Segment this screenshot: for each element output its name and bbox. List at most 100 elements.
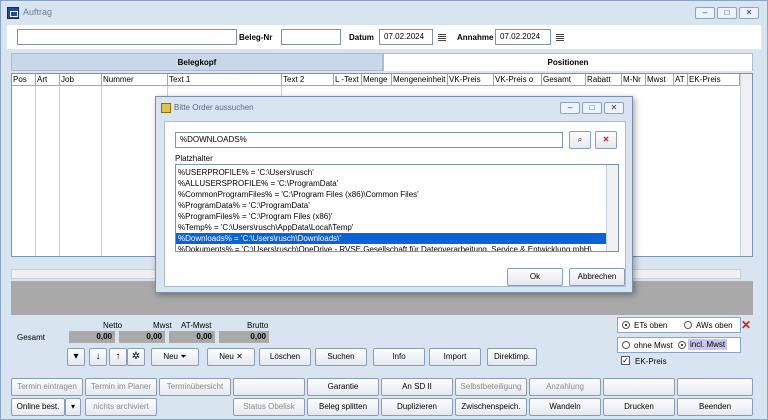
incl-mwst-radio[interactable] xyxy=(678,341,686,349)
column-header[interactable]: Job xyxy=(60,74,102,86)
column-header[interactable]: Nummer xyxy=(102,74,168,86)
list-item[interactable]: %ALLUSERSPROFILE% = 'C:\ProgramData' xyxy=(176,178,606,189)
ek-preis-checkbox[interactable]: ✓ xyxy=(621,356,630,365)
terminuebersicht-button[interactable]: Terminübersicht xyxy=(159,378,231,396)
status-obelisk-button[interactable]: Status Obelisk xyxy=(233,398,305,416)
neu-dropdown-button[interactable]: Neu ⏷ xyxy=(151,348,199,366)
mwst-value: 0,00 xyxy=(119,331,165,343)
placeholder-input[interactable]: %DOWNLOADS% xyxy=(175,132,563,148)
dialog-body: %DOWNLOADS% ⌕ ✕ Platzhalter %USERPROFILE… xyxy=(164,121,626,287)
list-item[interactable]: %CommonProgramFiles% = 'C:\Program Files… xyxy=(176,189,606,200)
archiv-button[interactable]: nichts archiviert xyxy=(85,398,157,416)
calendar-icon[interactable] xyxy=(555,32,565,42)
column-header[interactable]: Pos xyxy=(12,74,36,86)
abbrechen-button[interactable]: Abbrechen xyxy=(569,268,625,286)
column-header[interactable]: Mengeneinheit xyxy=(392,74,448,86)
termin-planer-button[interactable]: Termin im Planer xyxy=(85,378,157,396)
beleg-splitten-button[interactable]: Beleg splitten xyxy=(307,398,379,416)
loeschen-button[interactable]: Löschen xyxy=(259,348,311,366)
close-button[interactable]: ✕ xyxy=(739,7,759,19)
gesamt-label: Gesamt xyxy=(17,333,46,342)
placeholder-list[interactable]: %USERPROFILE% = 'C:\Users\rusch' %ALLUSE… xyxy=(175,164,619,252)
maximize-button[interactable]: □ xyxy=(717,7,737,19)
maximize-button[interactable]: □ xyxy=(582,102,602,114)
neu-copy-button[interactable]: Neu ✕ xyxy=(207,348,255,366)
anzahlung-button[interactable]: Anzahlung xyxy=(529,378,601,396)
search-icon[interactable]: ⌕ xyxy=(569,131,591,149)
beleg-field[interactable] xyxy=(281,29,341,45)
ok-button[interactable]: Ok xyxy=(507,268,563,286)
column-divider xyxy=(59,86,60,256)
arrow-up-icon[interactable]: ↑ xyxy=(109,348,127,366)
list-item[interactable]: %Dokuments% = 'C:\Users\rusch\OneDrive -… xyxy=(176,244,606,251)
termin-eintragen-button[interactable]: Termin eintragen xyxy=(11,378,83,396)
close-icon[interactable]: ✕ xyxy=(741,318,751,332)
column-header[interactable]: VK-Preis xyxy=(448,74,494,86)
column-header[interactable]: M-Nr xyxy=(622,74,646,86)
tab-positionen[interactable]: Positionen xyxy=(383,53,753,71)
import-button[interactable]: Import xyxy=(429,348,481,366)
column-header[interactable]: VK-Preis o xyxy=(494,74,542,86)
brutto-label: Brutto xyxy=(247,321,269,330)
column-header[interactable]: Gesamt xyxy=(542,74,586,86)
column-header[interactable]: Mwst xyxy=(646,74,674,86)
grid-vertical-scrollbar[interactable] xyxy=(740,74,752,256)
blank-button[interactable] xyxy=(233,378,305,396)
arrow-down-icon[interactable]: ↓ xyxy=(89,348,107,366)
filter-icon: ⏷ xyxy=(180,352,187,361)
tab-belegkopf[interactable]: Belegkopf xyxy=(11,53,383,71)
zwischenspeichern-button[interactable]: Zwischenspeich. xyxy=(455,398,527,416)
list-item[interactable]: %ProgramData% = 'C:\ProgramData' xyxy=(176,200,606,211)
tab-strip: Belegkopf Positionen xyxy=(11,53,753,71)
column-header[interactable]: Text 1 xyxy=(168,74,282,86)
list-scrollbar[interactable] xyxy=(606,165,618,251)
datum-label: Datum xyxy=(349,33,374,42)
beenden-button[interactable]: Beenden xyxy=(677,398,753,416)
wandeln-button[interactable]: Wandeln xyxy=(529,398,601,416)
garantie-button[interactable]: Garantie xyxy=(307,378,379,396)
empty-button[interactable] xyxy=(677,378,753,396)
minimize-button[interactable]: – xyxy=(695,7,715,19)
close-button[interactable]: ✕ xyxy=(604,102,624,114)
column-header[interactable]: AT xyxy=(674,74,688,86)
column-header[interactable]: Text 2 xyxy=(282,74,334,86)
column-header[interactable]: Art xyxy=(36,74,60,86)
selbstbeteiligung-button[interactable]: Selbstbeteiligung xyxy=(455,378,527,396)
calendar-icon[interactable] xyxy=(437,32,447,42)
netto-label: Netto xyxy=(103,321,123,330)
beleg-label: Beleg-Nr xyxy=(239,33,273,42)
minimize-button[interactable]: – xyxy=(560,102,580,114)
ets-oben-radio[interactable] xyxy=(622,321,630,329)
list-item[interactable]: %USERPROFILE% = 'C:\Users\rusch' xyxy=(176,167,606,178)
ohne-mwst-radio[interactable] xyxy=(622,341,630,349)
list-item-selected[interactable]: %Downloads% = 'C:\Users\rusch\Downloads\… xyxy=(176,233,606,244)
dropdown-button[interactable]: ▾ xyxy=(67,348,85,366)
info-button[interactable]: Info xyxy=(373,348,425,366)
datum-field[interactable]: 07.02.2024 xyxy=(379,29,433,45)
mwst-label: Mwst xyxy=(153,321,172,330)
customer-field[interactable] xyxy=(17,29,237,45)
annahme-field[interactable]: 07.02.2024 xyxy=(495,29,551,45)
direktimport-button[interactable]: Direktimp. xyxy=(487,348,537,366)
atmwst-label: AT-Mwst xyxy=(181,321,212,330)
clear-icon[interactable]: ✕ xyxy=(595,131,617,149)
atmwst-value: 0,00 xyxy=(169,331,215,343)
window-title: Auftrag xyxy=(23,7,53,17)
column-header[interactable]: EK-Preis xyxy=(688,74,740,86)
drucken-button[interactable]: Drucken xyxy=(603,398,675,416)
neu-label: Neu xyxy=(219,352,234,361)
list-item[interactable]: %ProgramFiles% = 'C:\Program Files (x86)… xyxy=(176,211,606,222)
column-header[interactable]: Menge xyxy=(362,74,392,86)
list-item[interactable]: %Temp% = 'C:\Users\rusch\AppData\Local\T… xyxy=(176,222,606,233)
empty-button[interactable] xyxy=(603,378,675,396)
gear-icon[interactable]: ✲ xyxy=(127,348,145,366)
column-divider xyxy=(35,86,36,256)
online-best-button[interactable]: Online best. xyxy=(11,398,65,416)
an-sd-button[interactable]: An SD II xyxy=(381,378,453,396)
duplizieren-button[interactable]: Duplizieren xyxy=(381,398,453,416)
column-header[interactable]: Rabatt xyxy=(586,74,622,86)
suchen-button[interactable]: Suchen xyxy=(315,348,367,366)
aws-oben-radio[interactable] xyxy=(684,321,692,329)
column-header[interactable]: L -Text xyxy=(334,74,362,86)
chevron-down-icon[interactable]: ▾ xyxy=(65,398,81,416)
